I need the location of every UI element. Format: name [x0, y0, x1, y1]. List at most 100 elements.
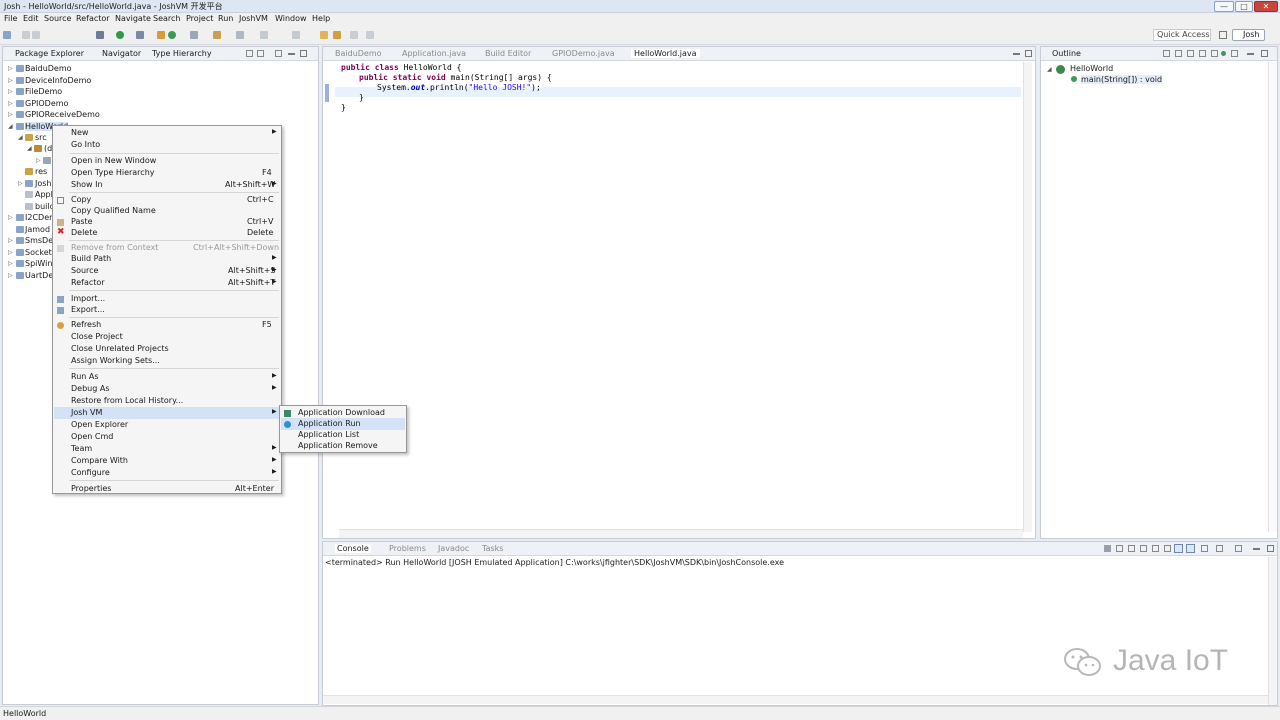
tab-javadoc[interactable]: Javadoc	[438, 544, 469, 553]
tab-navigator[interactable]: Navigator	[102, 49, 141, 58]
tab-tasks[interactable]: Tasks	[482, 544, 503, 553]
menu-item-open-explorer[interactable]: Open Explorer	[54, 419, 280, 431]
menu-item-refactor[interactable]: Refactor Alt+Shift+T ▶	[54, 277, 280, 289]
menu-project[interactable]: Project	[186, 14, 213, 23]
show-on-stdout-icon[interactable]	[1174, 544, 1183, 553]
menu-item-debug-as[interactable]: Debug As ▶	[54, 383, 280, 395]
hide-local-types-icon[interactable]	[1221, 51, 1226, 56]
remove-all-icon[interactable]	[1128, 545, 1135, 552]
menu-item-restore-local-history[interactable]: Restore from Local History...	[54, 395, 280, 407]
next-annotation-icon[interactable]	[260, 31, 268, 39]
save-icon[interactable]	[22, 31, 30, 39]
menu-item-team[interactable]: Team ▶	[54, 443, 280, 455]
menu-search[interactable]: Search	[153, 14, 180, 23]
tree-item-socketdemo[interactable]: SocketI	[25, 248, 54, 257]
menu-source[interactable]: Source	[44, 14, 71, 23]
minimize-button[interactable]: —	[1214, 1, 1234, 12]
view-menu-icon[interactable]	[275, 50, 282, 57]
tree-item-src[interactable]: src	[35, 133, 47, 142]
save-all-icon[interactable]	[32, 31, 40, 39]
editor-tab-application[interactable]: Application.java	[402, 49, 466, 58]
maximize-view-icon[interactable]	[300, 50, 307, 57]
pin-console-icon[interactable]	[1201, 545, 1208, 552]
scroll-lock-icon[interactable]	[1152, 545, 1159, 552]
editor-tab-build-editor[interactable]: Build Editor	[485, 49, 531, 58]
maximize-view-icon[interactable]	[1267, 545, 1274, 552]
annotation-icon[interactable]	[236, 31, 244, 39]
menu-item-show-in[interactable]: Show In Alt+Shift+W ▶	[54, 179, 280, 191]
editor-tab-gpiodemo[interactable]: GPIODemo.java	[552, 49, 615, 58]
tree-item-deviceinfodemo[interactable]: DeviceInfoDemo	[25, 76, 91, 85]
tree-item-application[interactable]: Appl	[35, 190, 53, 199]
menu-item-close-project[interactable]: Close Project	[54, 331, 280, 343]
menu-item-run-as[interactable]: Run As ▶	[54, 371, 280, 383]
minimize-view-icon[interactable]	[1247, 53, 1254, 55]
minimize-editor-icon[interactable]	[1013, 53, 1020, 55]
console-vertical-scrollbar[interactable]	[1268, 557, 1277, 705]
editor-tab-helloworld[interactable]: HelloWorld.java	[631, 49, 700, 58]
debug-icon[interactable]	[136, 31, 144, 39]
collapse-all-icon[interactable]	[246, 50, 253, 57]
run-icon[interactable]	[116, 31, 124, 39]
close-button[interactable]: ✕	[1254, 1, 1278, 12]
menu-item-josh-vm[interactable]: Josh VM ▶	[54, 407, 280, 419]
menu-navigate[interactable]: Navigate	[115, 14, 151, 23]
menu-item-configure[interactable]: Configure ▶	[54, 467, 280, 479]
menu-item-open-type-hierarchy[interactable]: Open Type Hierarchy F4	[54, 167, 280, 179]
tab-outline[interactable]: Outline	[1052, 49, 1081, 58]
view-menu-icon[interactable]	[1231, 50, 1238, 57]
menu-item-refresh[interactable]: Refresh F5	[54, 319, 280, 331]
outline-item-helloworld[interactable]: HelloWorld	[1070, 64, 1113, 73]
display-console-icon[interactable]	[1216, 545, 1223, 552]
submenu-item-application-remove[interactable]: Application Remove	[281, 440, 405, 452]
maximize-editor-icon[interactable]	[1025, 50, 1032, 57]
tab-console[interactable]: Console	[335, 544, 371, 553]
menu-edit[interactable]: Edit	[23, 14, 39, 23]
menu-file[interactable]: File	[4, 14, 17, 23]
menu-item-delete[interactable]: ✖ Delete Delete	[54, 227, 280, 239]
maximize-button[interactable]: □	[1235, 1, 1253, 12]
editor-tab-baidudemo[interactable]: BaiduDemo	[335, 49, 382, 58]
show-on-stderr-icon[interactable]	[1186, 544, 1195, 553]
open-perspective-icon[interactable]	[1219, 31, 1227, 39]
quick-access-input[interactable]: Quick Access	[1153, 29, 1211, 41]
tree-item-baidudemo[interactable]: BaiduDemo	[25, 64, 72, 73]
menu-item-compare-with[interactable]: Compare With ▶	[54, 455, 280, 467]
hide-static-icon[interactable]	[1199, 50, 1206, 57]
menu-item-export[interactable]: Export...	[54, 304, 280, 316]
tree-item-gpiodemo[interactable]: GPIODemo	[25, 99, 68, 108]
open-type-icon[interactable]	[190, 31, 198, 39]
menu-joshvm[interactable]: JoshVM	[239, 14, 268, 23]
menu-refactor[interactable]: Refactor	[76, 14, 110, 23]
terminate-icon[interactable]	[1104, 545, 1111, 552]
outline-vertical-scrollbar[interactable]	[1268, 62, 1277, 532]
outline-item-main[interactable]: main(String[]) : void	[1081, 75, 1163, 84]
tab-problems[interactable]: Problems	[389, 544, 426, 553]
hide-fields-icon[interactable]	[1187, 50, 1194, 57]
minimize-view-icon[interactable]	[1253, 548, 1260, 550]
link-editor-icon[interactable]	[257, 50, 264, 57]
new-class-icon[interactable]	[168, 31, 176, 39]
open-console-icon[interactable]	[1235, 545, 1242, 552]
clear-console-icon[interactable]	[1140, 545, 1147, 552]
console-horizontal-scrollbar[interactable]	[323, 695, 1268, 704]
forward-icon[interactable]	[350, 31, 358, 39]
search-icon[interactable]	[213, 31, 221, 39]
editor-horizontal-scrollbar[interactable]	[339, 529, 1023, 538]
collapse-all-icon[interactable]	[1163, 50, 1170, 57]
back-icon[interactable]	[333, 31, 341, 39]
prev-annotation-icon[interactable]	[292, 31, 300, 39]
menu-item-open-cmd[interactable]: Open Cmd	[54, 431, 280, 443]
menu-help[interactable]: Help	[312, 14, 330, 23]
remove-launch-icon[interactable]	[1116, 545, 1123, 552]
new-icon[interactable]	[3, 31, 11, 39]
tree-item-spiwinbond[interactable]: SpiWin	[25, 259, 52, 268]
tree-item-default-package[interactable]: (d	[44, 144, 52, 153]
tab-type-hierarchy[interactable]: Type Hierarchy	[152, 49, 212, 58]
tree-item-jamod[interactable]: Jamod	[25, 225, 50, 234]
tree-item-res[interactable]: res	[35, 167, 47, 176]
menu-item-properties[interactable]: Properties Alt+Enter	[54, 483, 280, 495]
build-icon[interactable]	[96, 31, 104, 39]
josh-perspective-button[interactable]: Josh	[1232, 29, 1265, 41]
tab-package-explorer[interactable]: Package Explorer	[15, 49, 84, 58]
